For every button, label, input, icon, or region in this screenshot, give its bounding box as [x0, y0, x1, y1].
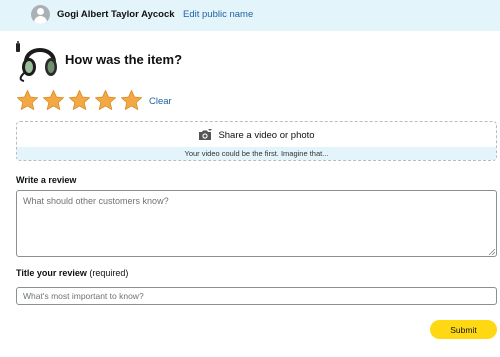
- share-media-label: Share a video or photo: [218, 129, 315, 141]
- clear-rating-link[interactable]: Clear: [149, 96, 172, 107]
- star-icon[interactable]: [42, 89, 65, 112]
- rating-question: How was the item?: [65, 52, 183, 67]
- star-icon[interactable]: [94, 89, 117, 112]
- review-title-input[interactable]: [16, 287, 497, 305]
- headset-icon: [16, 41, 57, 82]
- public-name: Gogi Albert Taylor Aycock: [57, 9, 175, 20]
- star-icon[interactable]: [68, 89, 91, 112]
- write-review-label: Write a review: [16, 175, 77, 185]
- star-rating: [16, 89, 143, 112]
- profile-header: Gogi Albert Taylor Aycock Edit public na…: [0, 0, 500, 31]
- star-icon[interactable]: [120, 89, 143, 112]
- star-icon[interactable]: [16, 89, 39, 112]
- user-avatar-icon: [31, 5, 50, 24]
- media-hint: Your video could be the first. Imagine t…: [17, 147, 496, 160]
- submit-button[interactable]: Submit: [430, 320, 497, 339]
- review-title-text: Title your review: [16, 268, 87, 278]
- review-title-label: Title your review (required): [16, 268, 128, 278]
- resize-grip-icon[interactable]: [488, 248, 495, 255]
- review-textarea[interactable]: [16, 190, 497, 257]
- camera-plus-icon: [199, 129, 212, 140]
- edit-public-name-link[interactable]: Edit public name: [183, 9, 253, 20]
- required-note: (required): [89, 268, 129, 278]
- media-upload-area[interactable]: Share a video or photo Your video could …: [16, 121, 497, 161]
